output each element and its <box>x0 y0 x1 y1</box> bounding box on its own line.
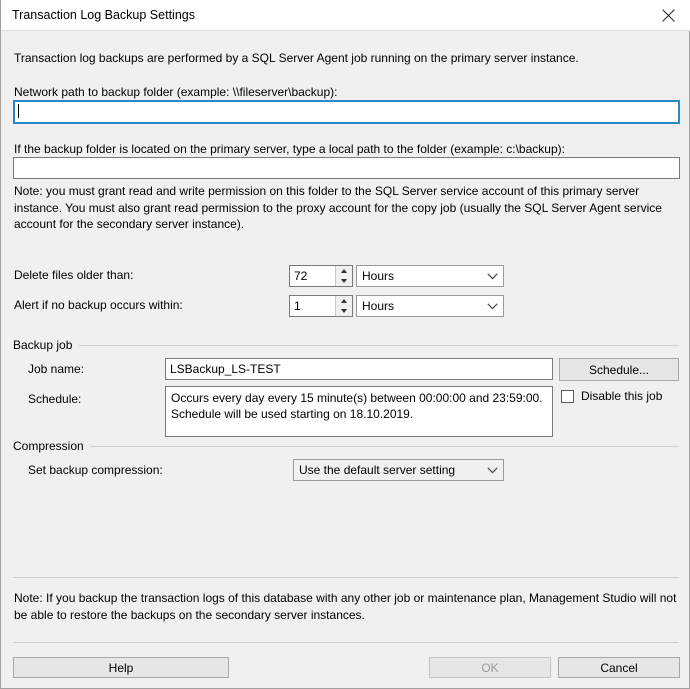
alert-backup-stepper[interactable]: 1 <box>289 295 353 317</box>
stepper-down-icon[interactable] <box>336 276 352 286</box>
backup-job-group-title: Backup job <box>13 338 79 352</box>
chevron-down-glyph <box>486 302 498 309</box>
close-x-glyph <box>661 8 675 22</box>
network-path-input[interactable] <box>13 100 680 124</box>
local-path-label: If the backup folder is located on the p… <box>14 142 565 156</box>
delete-files-stepper[interactable]: 72 <box>289 265 353 287</box>
delete-files-unit-value: Hours <box>362 269 395 283</box>
compression-group-title: Compression <box>13 439 90 453</box>
set-backup-compression-label: Set backup compression: <box>28 463 163 477</box>
backup-compression-value: Use the default server setting <box>299 463 456 477</box>
alert-backup-stepper-buttons[interactable] <box>335 296 352 316</box>
delete-files-unit-dropdown[interactable]: Hours <box>356 265 504 287</box>
chevron-down-glyph <box>486 272 498 279</box>
compression-group-divider <box>86 446 679 447</box>
stepper-up-icon[interactable] <box>336 296 352 306</box>
delete-files-label: Delete files older than: <box>14 268 134 282</box>
permission-note: Note: you must grant read and write perm… <box>14 184 662 231</box>
footer-note-divider <box>13 577 679 578</box>
chevron-down-icon <box>481 466 503 474</box>
backup-job-group-divider <box>79 345 679 346</box>
schedule-description-box: Occurs every day every 15 minute(s) betw… <box>165 386 553 437</box>
button-bar-divider <box>13 642 679 643</box>
title-bar: Transaction Log Backup Settings <box>1 0 690 31</box>
cancel-button[interactable]: Cancel <box>558 657 680 678</box>
local-path-input[interactable] <box>13 157 680 179</box>
chevron-down-icon <box>481 272 503 280</box>
chevron-down-glyph <box>486 466 498 473</box>
intro-text: Transaction log backups are performed by… <box>14 51 579 65</box>
stepper-down-icon[interactable] <box>336 306 352 316</box>
delete-files-stepper-buttons[interactable] <box>335 266 352 286</box>
schedule-label: Schedule: <box>28 392 82 406</box>
text-caret <box>18 104 19 118</box>
close-icon[interactable] <box>645 0 690 30</box>
alert-backup-unit-dropdown[interactable]: Hours <box>356 295 504 317</box>
help-button[interactable]: Help <box>13 657 229 678</box>
job-name-input[interactable]: LSBackup_LS-TEST <box>165 358 553 380</box>
ok-button: OK <box>429 657 551 678</box>
backup-compression-dropdown[interactable]: Use the default server setting <box>293 459 504 481</box>
schedule-button[interactable]: Schedule... <box>559 358 679 381</box>
alert-backup-value[interactable]: 1 <box>290 296 335 316</box>
footer-note: Note: If you backup the transaction logs… <box>14 591 677 622</box>
disable-this-job-checkbox[interactable]: Disable this job <box>561 389 662 403</box>
alert-backup-unit-value: Hours <box>362 299 395 313</box>
alert-backup-label: Alert if no backup occurs within: <box>14 298 183 312</box>
chevron-down-icon <box>481 302 503 310</box>
checkbox-box-icon[interactable] <box>561 389 574 403</box>
disable-this-job-label: Disable this job <box>581 389 663 403</box>
stepper-up-icon[interactable] <box>336 266 352 276</box>
delete-files-value[interactable]: 72 <box>290 266 335 286</box>
network-path-label: Network path to backup folder (example: … <box>14 85 338 99</box>
job-name-label: Job name: <box>28 362 85 376</box>
window-title: Transaction Log Backup Settings <box>12 8 195 22</box>
transaction-log-backup-settings-dialog: Transaction Log Backup Settings Transact… <box>0 0 690 689</box>
